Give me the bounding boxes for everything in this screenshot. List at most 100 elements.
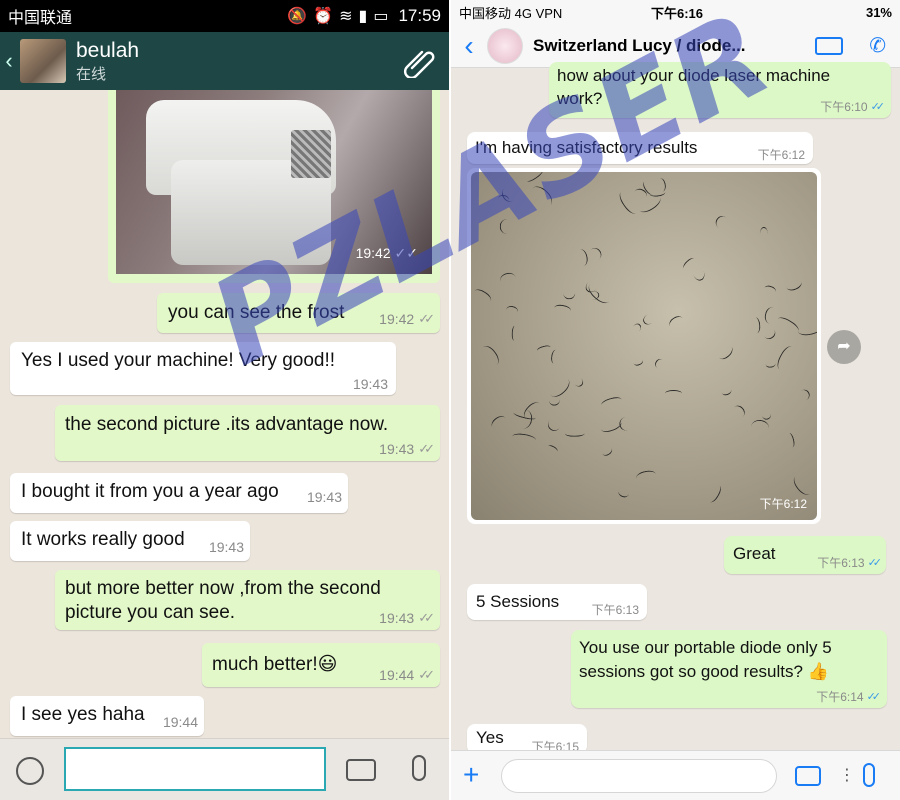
status-icons: 🔕 ⏰ ≋ ▮ ▭ 17:59: [287, 6, 441, 26]
hair-strand: [785, 431, 797, 449]
back-icon[interactable]: ‹: [0, 48, 18, 74]
incoming-message[interactable]: I'm having satisfactory results 下午6:12: [467, 132, 813, 164]
hair-strand: [652, 357, 667, 371]
emoji-icon[interactable]: [16, 757, 44, 785]
hair-strand: [796, 320, 817, 337]
message-input[interactable]: [501, 759, 777, 793]
status-time: 17:59: [398, 6, 441, 25]
hair-strand: [574, 248, 590, 268]
message-meta: 下午6:10 ✓✓: [820, 100, 885, 114]
right-phone: 中国移动 4G VPN 下午6:16 31% ‹ Switzerland Luc…: [451, 0, 900, 800]
hair-strand: [759, 227, 768, 242]
contact-status: 在线: [76, 65, 107, 83]
message-input[interactable]: [64, 747, 326, 791]
contact-name: beulah: [76, 38, 140, 62]
hair-strand: [549, 348, 560, 364]
message-text: Great: [733, 544, 776, 563]
message-time: 下午6:12: [759, 497, 807, 511]
phone-call-icon[interactable]: ✆: [869, 33, 886, 58]
read-receipt-icon: ✓✓: [418, 667, 435, 682]
camera-icon[interactable]: [346, 759, 376, 781]
incoming-message[interactable]: I see yes haha 19:44: [10, 696, 204, 736]
image-message[interactable]: 19:42 ✓✓: [108, 90, 440, 283]
attach-icon[interactable]: [399, 44, 439, 78]
outgoing-message[interactable]: much better!😃 19:44 ✓✓: [202, 643, 440, 687]
avatar[interactable]: [20, 39, 66, 83]
hair-strand: [564, 429, 585, 437]
hair-strand: [504, 304, 519, 317]
message-meta: 19:42 ✓✓: [379, 311, 435, 327]
outgoing-message[interactable]: you can see the frost 19:42 ✓✓: [157, 293, 440, 333]
camera-icon[interactable]: [795, 766, 821, 786]
incoming-message[interactable]: 5 Sessions 下午6:13: [467, 584, 647, 620]
message-text: It works really good: [21, 529, 185, 550]
message-text: the second picture .its advantage now.: [65, 414, 389, 435]
mic-icon[interactable]: [412, 755, 426, 781]
hair-strand: [499, 218, 515, 234]
hair-strand: [598, 416, 624, 435]
hair-strand: [545, 443, 559, 455]
status-time: 下午6:16: [651, 5, 704, 21]
hair-strand: [599, 443, 615, 458]
hair-strand: [511, 431, 537, 445]
hair-strand: [784, 276, 804, 293]
hair-strand: [720, 386, 733, 398]
hair-strand: [527, 182, 557, 211]
hair-strand: [641, 310, 660, 327]
plus-icon[interactable]: +: [463, 759, 479, 791]
outgoing-message[interactable]: the second picture .its advantage now. 1…: [55, 405, 440, 461]
message-text: Yes I used your machine! Very good!!: [21, 350, 336, 371]
screenshot: 中国联通 🔕 ⏰ ≋ ▮ ▭ 17:59 ‹ beulah 在线 19:42 ✓…: [0, 0, 900, 800]
message-time: 19:42 ✓✓: [355, 245, 418, 261]
wifi-icon: ≋: [339, 8, 353, 25]
outgoing-message[interactable]: but more better now ,from the second pic…: [55, 570, 440, 630]
hair-strand: [667, 313, 686, 332]
message-time: 下午6:13: [591, 603, 639, 617]
forward-icon[interactable]: ➦: [827, 330, 861, 364]
chat-header: ‹ beulah 在线: [0, 32, 449, 90]
hair-strand: [536, 344, 552, 354]
skin-photo[interactable]: 下午6:12: [471, 172, 817, 520]
read-receipt-icon: ✓✓: [418, 311, 435, 326]
chat-title[interactable]: Switzerland Lucy / diode...: [533, 36, 815, 56]
message-meta: 下午6:14 ✓✓: [816, 690, 881, 704]
outgoing-message[interactable]: You use our portable diode only 5 sessio…: [571, 630, 887, 708]
back-icon[interactable]: ‹: [451, 30, 487, 62]
contact-info[interactable]: beulah 在线: [76, 39, 399, 84]
hair-strand: [789, 471, 815, 498]
read-receipt-icon: ✓✓: [394, 245, 418, 261]
hair-strand: [713, 213, 732, 232]
incoming-message[interactable]: I bought it from you a year ago 19:43: [10, 473, 348, 513]
carrier-label: 中国联通: [8, 10, 73, 27]
avatar[interactable]: [487, 27, 523, 64]
read-receipt-icon: ✓✓: [418, 441, 435, 456]
hair-strand: [525, 172, 545, 185]
hair-strand: [585, 245, 605, 265]
message-text: you can see the frost: [168, 302, 345, 323]
hair-strand: [729, 402, 747, 421]
hair-strand: [664, 390, 682, 398]
device-photo[interactable]: 19:42 ✓✓: [116, 90, 432, 274]
outgoing-message[interactable]: how about your diode laser machine work?…: [549, 62, 891, 118]
incoming-message[interactable]: Yes I used your machine! Very good!! 19:…: [10, 342, 396, 395]
message-text: but more better now ,from the second pic…: [65, 578, 381, 623]
message-text: 5 Sessions: [476, 592, 560, 611]
hair-strand: [714, 341, 736, 363]
hair-strand: [471, 286, 494, 306]
more-icon[interactable]: ⋮: [839, 765, 855, 785]
message-meta: 19:43 ✓✓: [379, 441, 435, 457]
message-text: much better!😃: [212, 654, 338, 675]
read-receipt-icon: ✓✓: [867, 557, 883, 569]
hair-strand: [774, 343, 798, 373]
hair-strand: [544, 413, 565, 434]
incoming-message[interactable]: It works really good 19:43: [10, 521, 250, 561]
hair-strand: [600, 395, 623, 410]
hair-strand: [489, 413, 510, 432]
mic-icon[interactable]: [863, 763, 875, 787]
image-message[interactable]: 下午6:12: [467, 168, 821, 524]
outgoing-message[interactable]: Great 下午6:13 ✓✓: [724, 536, 886, 574]
video-call-icon[interactable]: [815, 36, 844, 55]
message-time: 19:43: [306, 489, 342, 505]
alarm-icon: ⏰: [313, 8, 334, 25]
hair-strand: [585, 279, 615, 308]
